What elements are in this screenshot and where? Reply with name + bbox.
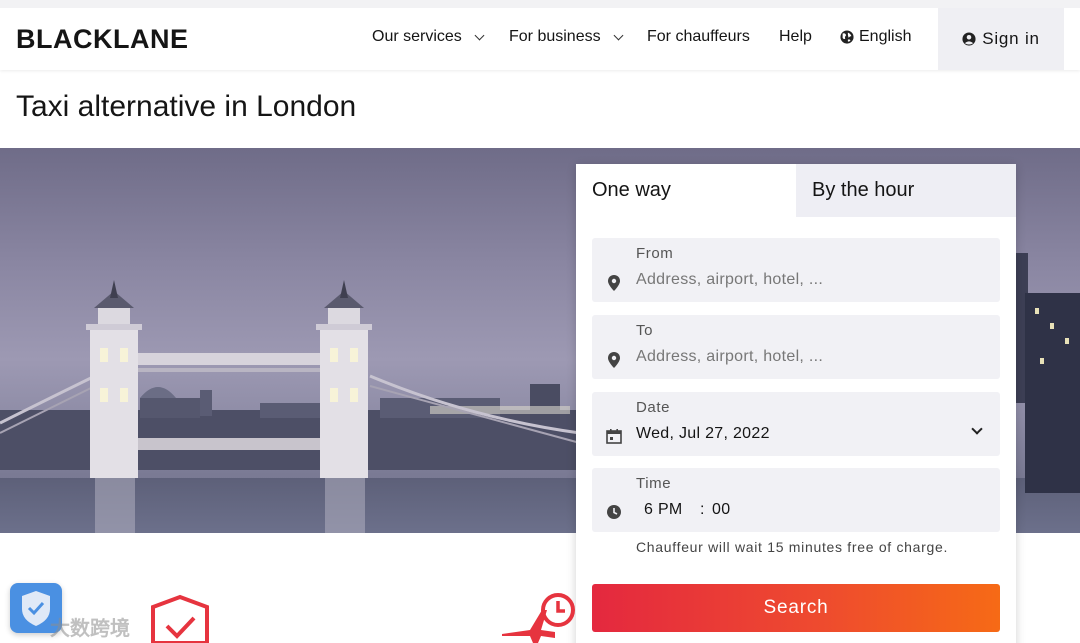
nav-language-label: English bbox=[859, 28, 912, 45]
clock-icon bbox=[607, 505, 621, 519]
search-button[interactable]: Search bbox=[592, 584, 1000, 632]
chevron-down-icon bbox=[613, 30, 624, 40]
from-field[interactable]: From Address, airport, hotel, ... bbox=[592, 238, 1000, 302]
flight-delay-icon bbox=[502, 593, 575, 643]
to-label: To bbox=[636, 322, 654, 339]
time-hour[interactable]: 6 PM bbox=[644, 501, 683, 519]
location-pin-icon bbox=[608, 352, 620, 368]
chevron-down-icon[interactable] bbox=[971, 423, 983, 435]
to-input[interactable]: Address, airport, hotel, ... bbox=[636, 348, 823, 366]
nav-help[interactable]: Help bbox=[779, 28, 812, 46]
time-label: Time bbox=[636, 475, 672, 492]
date-value: Wed, Jul 27, 2022 bbox=[636, 425, 770, 442]
site-header: BLACKLANE Our services For business For … bbox=[0, 0, 1080, 70]
date-label: Date bbox=[636, 399, 671, 416]
tab-by-the-hour[interactable]: By the hour bbox=[796, 164, 1016, 217]
location-pin-icon bbox=[608, 275, 620, 291]
watermark-text: 大数跨境 bbox=[50, 618, 130, 640]
from-label: From bbox=[636, 245, 674, 262]
sign-in-label: Sign in bbox=[982, 29, 1040, 48]
shield-check-icon bbox=[151, 594, 209, 643]
page-title: Taxi alternative in London bbox=[16, 90, 357, 123]
globe-icon bbox=[840, 30, 854, 44]
sign-in-button[interactable]: Sign in bbox=[938, 8, 1064, 70]
nav-language[interactable]: English bbox=[840, 28, 911, 46]
tab-one-way[interactable]: One way bbox=[576, 164, 796, 217]
booking-tabs: One way By the hour bbox=[576, 164, 1016, 217]
booking-widget: One way By the hour From Address, airpor… bbox=[576, 164, 1016, 643]
from-input[interactable]: Address, airport, hotel, ... bbox=[636, 271, 823, 289]
user-icon bbox=[962, 32, 976, 46]
time-field[interactable]: Time 6 PM : 00 bbox=[592, 468, 1000, 532]
chevron-down-icon bbox=[474, 30, 485, 40]
nav-for-chauffeurs[interactable]: For chauffeurs bbox=[647, 28, 750, 46]
time-separator: : bbox=[700, 501, 705, 518]
to-field[interactable]: To Address, airport, hotel, ... bbox=[592, 315, 1000, 379]
wait-time-note: Chauffeur will wait 15 minutes free of c… bbox=[636, 539, 949, 555]
date-field[interactable]: Date Wed, Jul 27, 2022 bbox=[592, 392, 1000, 456]
nav-for-business[interactable]: For business bbox=[509, 28, 624, 46]
time-minute[interactable]: 00 bbox=[712, 501, 730, 519]
blacklane-logo[interactable]: BLACKLANE bbox=[16, 24, 189, 55]
nav-help-label: Help bbox=[779, 28, 812, 45]
nav-for-chauffeurs-label: For chauffeurs bbox=[647, 28, 750, 45]
nav-our-services-label: Our services bbox=[372, 28, 462, 45]
nav-for-business-label: For business bbox=[509, 28, 601, 45]
nav-our-services[interactable]: Our services bbox=[372, 28, 485, 46]
calendar-icon bbox=[606, 429, 622, 444]
